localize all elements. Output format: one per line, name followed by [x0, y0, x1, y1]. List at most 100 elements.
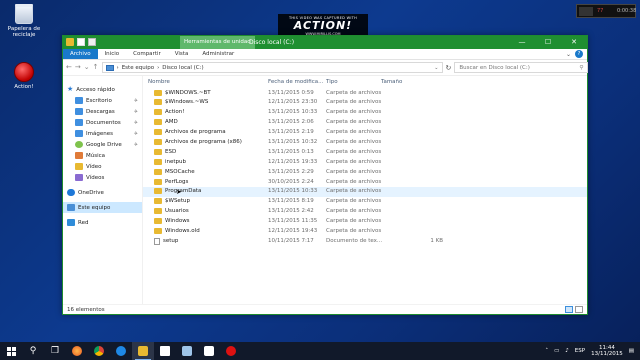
properties-icon[interactable] — [77, 38, 85, 46]
column-size[interactable]: Tamaño — [381, 79, 402, 85]
onedrive-icon — [67, 189, 75, 196]
search-icon[interactable]: ⚲ — [579, 65, 583, 71]
photos-taskbar-button[interactable] — [176, 342, 198, 360]
back-button[interactable]: ← — [66, 63, 72, 72]
column-date[interactable]: Fecha de modifica... — [268, 79, 323, 85]
tab-inicio[interactable]: Inicio — [98, 49, 127, 59]
this-pc-icon — [105, 64, 114, 71]
action-taskbar-button[interactable] — [220, 342, 242, 360]
file-row[interactable]: Action! 13/11/2015 10:33 Carpeta de archiv… — [143, 108, 587, 118]
clock[interactable]: 11:44 13/11/2015 — [591, 345, 623, 357]
folder-icon — [154, 138, 162, 145]
edge-taskbar-button[interactable] — [110, 342, 132, 360]
file-row[interactable]: setup 10/11/2015 7:17 Documento de tex... 1… — [143, 236, 587, 246]
folder-icon — [154, 188, 162, 195]
nav-label: Vídeos — [86, 174, 105, 181]
drive-tools-tab[interactable]: Herramientas de unidad — [180, 36, 255, 49]
file-size: 1 KB — [430, 237, 443, 244]
column-name[interactable]: Nombre — [148, 79, 170, 85]
new-folder-icon[interactable] — [88, 38, 96, 46]
up-button[interactable]: ↑ — [93, 63, 99, 72]
refresh-icon[interactable]: ↻ — [446, 64, 452, 72]
firefox-taskbar-button[interactable] — [66, 342, 88, 360]
notifications-icon[interactable]: ▤ — [629, 348, 634, 354]
nav-videos[interactable]: Vídeos — [63, 172, 142, 183]
file-row[interactable]: $Windows.~WS 12/11/2015 23:30 Carpeta de a… — [143, 98, 587, 108]
file-row[interactable]: PerfLogs 30/10/2015 2:24 Carpeta de archiv… — [143, 177, 587, 187]
recycle-bin-shortcut[interactable]: Papelera de reciclaje — [2, 4, 46, 38]
address-bar[interactable]: › Este equipo › Disco local (C:) ⌄ — [101, 62, 443, 73]
nav-label: Google Drive — [86, 141, 122, 148]
tab-archivo[interactable]: Archivo — [63, 49, 98, 59]
large-icons-view-button[interactable] — [575, 306, 583, 313]
file-row[interactable]: $WINDOWS.~BT 13/11/2015 0:59 Carpeta de ar… — [143, 88, 587, 98]
downloads-icon — [75, 108, 83, 115]
recent-locations-icon[interactable]: ⌄ — [84, 63, 90, 72]
breadcrumb-this-pc[interactable]: Este equipo — [122, 65, 154, 71]
file-name-text: ProgramData — [165, 188, 202, 195]
file-name-text: Usuarios — [165, 208, 189, 215]
title-bar[interactable]: Herramientas de unidad Disco local (C:) … — [63, 36, 587, 49]
file-date: 30/10/2015 2:24 — [268, 178, 314, 185]
column-type[interactable]: Tipo — [326, 79, 338, 85]
pictures-icon — [75, 130, 83, 137]
details-view-button[interactable] — [565, 306, 573, 313]
store-taskbar-button[interactable] — [154, 342, 176, 360]
file-row[interactable]: AMD 13/11/2015 2:06 Carpeta de archivos — [143, 118, 587, 128]
file-row[interactable]: $WSetup 13/11/2015 8:19 Carpeta de archivo… — [143, 197, 587, 207]
tab-administrar[interactable]: Administrar — [195, 49, 241, 59]
search-input[interactable] — [459, 64, 580, 71]
forward-button[interactable]: → — [75, 63, 81, 72]
music-icon — [75, 152, 83, 159]
search-taskbar-button[interactable]: ⚲ — [22, 342, 44, 360]
nav-onedrive[interactable]: OneDrive — [63, 187, 142, 198]
nav-documentos[interactable]: Documentos ✈ — [63, 117, 142, 128]
file-row[interactable]: Archivos de programa (x86) 13/11/2015 10:… — [143, 137, 587, 147]
media-taskbar-button[interactable] — [198, 342, 220, 360]
nav-quick-access[interactable]: ★ Acceso rápido — [63, 84, 142, 95]
address-dropdown-icon[interactable]: ⌄ — [434, 65, 438, 71]
action-shortcut[interactable]: Action! — [2, 62, 46, 90]
nav-imagenes[interactable]: Imágenes ✈ — [63, 128, 142, 139]
file-type: Carpeta de archivos — [326, 138, 382, 145]
windows-logo-icon — [6, 346, 16, 356]
nav-musica[interactable]: Música — [63, 150, 142, 161]
explorer-taskbar-button[interactable] — [132, 342, 154, 360]
file-row[interactable]: ProgramData 13/11/2015 10:33 Carpeta de ar… — [143, 186, 587, 197]
close-button[interactable]: ✕ — [561, 36, 587, 49]
file-name-text: $WINDOWS.~BT — [165, 89, 211, 96]
nav-descargas[interactable]: Descargas ✈ — [63, 106, 142, 117]
nav-network[interactable]: Red — [63, 217, 142, 228]
file-row[interactable]: Archivos de programa 13/11/2015 2:19 Carpe… — [143, 128, 587, 138]
chrome-taskbar-button[interactable] — [88, 342, 110, 360]
file-row[interactable]: Usuarios 13/11/2015 2:42 Carpeta de archiv… — [143, 207, 587, 217]
file-name: Archivos de programa — [154, 129, 226, 136]
search-box[interactable]: ⚲ — [454, 62, 589, 73]
tab-compartir[interactable]: Compartir — [126, 49, 168, 59]
nav-this-pc[interactable]: Este equipo — [63, 202, 142, 213]
network-tray-icon[interactable]: ▭ — [554, 348, 559, 354]
expand-ribbon-icon[interactable]: ⌄ — [566, 51, 571, 58]
file-row[interactable]: Windows 13/11/2015 11:35 Carpeta de archiv… — [143, 217, 587, 227]
tab-vista[interactable]: Vista — [168, 49, 196, 59]
file-name: Archivos de programa (x86) — [154, 138, 242, 145]
volume-icon[interactable]: ♪ — [565, 348, 569, 354]
nav-escritorio[interactable]: Escritorio ✈ — [63, 95, 142, 106]
start-button[interactable] — [0, 342, 22, 360]
maximize-button[interactable]: ☐ — [535, 36, 561, 49]
file-row[interactable]: inetpub 12/11/2015 19:33 Carpeta de archiv… — [143, 157, 587, 167]
show-hidden-icons-icon[interactable]: ˄ — [545, 348, 548, 354]
nav-google-drive[interactable]: Google Drive ✈ — [63, 139, 142, 150]
file-name-text: Archivos de programa (x86) — [165, 138, 242, 145]
file-date: 12/11/2015 19:33 — [268, 158, 318, 165]
nav-video[interactable]: Vídeo — [63, 161, 142, 172]
task-view-button[interactable]: ❐ — [44, 342, 66, 360]
help-icon[interactable]: ? — [575, 50, 583, 58]
input-language[interactable]: ESP — [575, 348, 585, 354]
file-row[interactable]: Windows.old 12/11/2015 19:43 Carpeta de ar… — [143, 226, 587, 236]
minimize-button[interactable]: — — [509, 36, 535, 49]
file-row[interactable]: ESD 13/11/2015 0:13 Carpeta de archivos — [143, 147, 587, 157]
file-row[interactable]: MSOCache 13/11/2015 2:29 Carpeta de archiv… — [143, 167, 587, 177]
nav-label: Descargas — [86, 108, 115, 115]
breadcrumb-local-disk[interactable]: Disco local (C:) — [162, 65, 203, 71]
